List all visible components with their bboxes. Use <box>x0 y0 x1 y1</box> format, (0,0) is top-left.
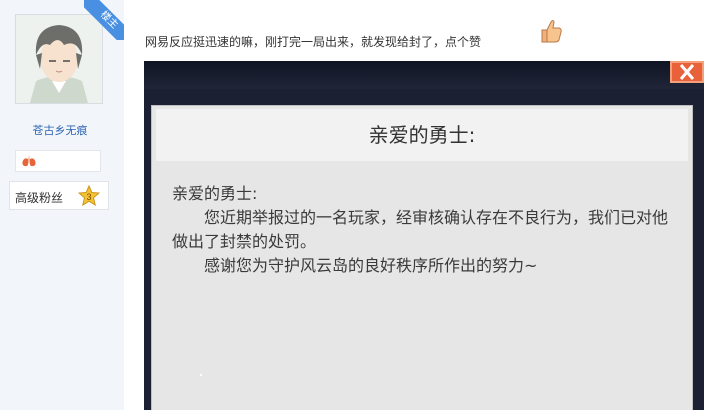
dialog-line-2: 感谢您为守护风云岛的良好秩序所作出的努力~ <box>204 256 538 275</box>
fan-level-label: 高级粉丝 <box>15 191 64 205</box>
dialog-body: 亲爱的勇士: 您近期举报过的一名玩家，经审核确认存在不良行为，我们已对他做出了封… <box>172 182 672 278</box>
user-sidebar: 楼主 苍古乡无痕 高级粉丝 3 <box>0 0 124 410</box>
dialog-speck <box>200 374 202 376</box>
close-button[interactable] <box>670 61 704 83</box>
fan-level-number: 3 <box>86 192 91 202</box>
star-icon: 3 <box>78 185 100 206</box>
level-badge <box>15 150 101 172</box>
fan-level-badge[interactable]: 高级粉丝 3 <box>9 181 109 210</box>
lungs-icon <box>22 155 36 167</box>
dialog-title-bar: 亲爱的勇士: <box>156 109 688 161</box>
game-screenshot: 亲爱的勇士: 亲爱的勇士: 您近期举报过的一名玩家，经审核确认存在不良行为，我们… <box>144 61 704 410</box>
op-ribbon: 楼主 <box>84 0 124 40</box>
op-ribbon-label: 楼主 <box>84 0 124 40</box>
dialog-title: 亲爱的勇士: <box>368 123 476 147</box>
dialog-line-1: 您近期举报过的一名玩家，经审核确认存在不良行为，我们已对他做出了封禁的处罚。 <box>172 208 669 251</box>
notice-dialog: 亲爱的勇士: 亲爱的勇士: 您近期举报过的一名玩家，经审核确认存在不良行为，我们… <box>151 105 693 410</box>
username-link[interactable]: 苍古乡无痕 <box>0 122 120 138</box>
close-icon <box>679 64 695 80</box>
dialog-greeting: 亲爱的勇士: <box>172 184 258 203</box>
post-text: 网易反应挺迅速的嘛，刚打完一局出来，就发现给封了，点个赞 <box>145 35 482 49</box>
thumbs-up-icon <box>541 20 562 43</box>
screenshot-top-band <box>144 61 704 89</box>
